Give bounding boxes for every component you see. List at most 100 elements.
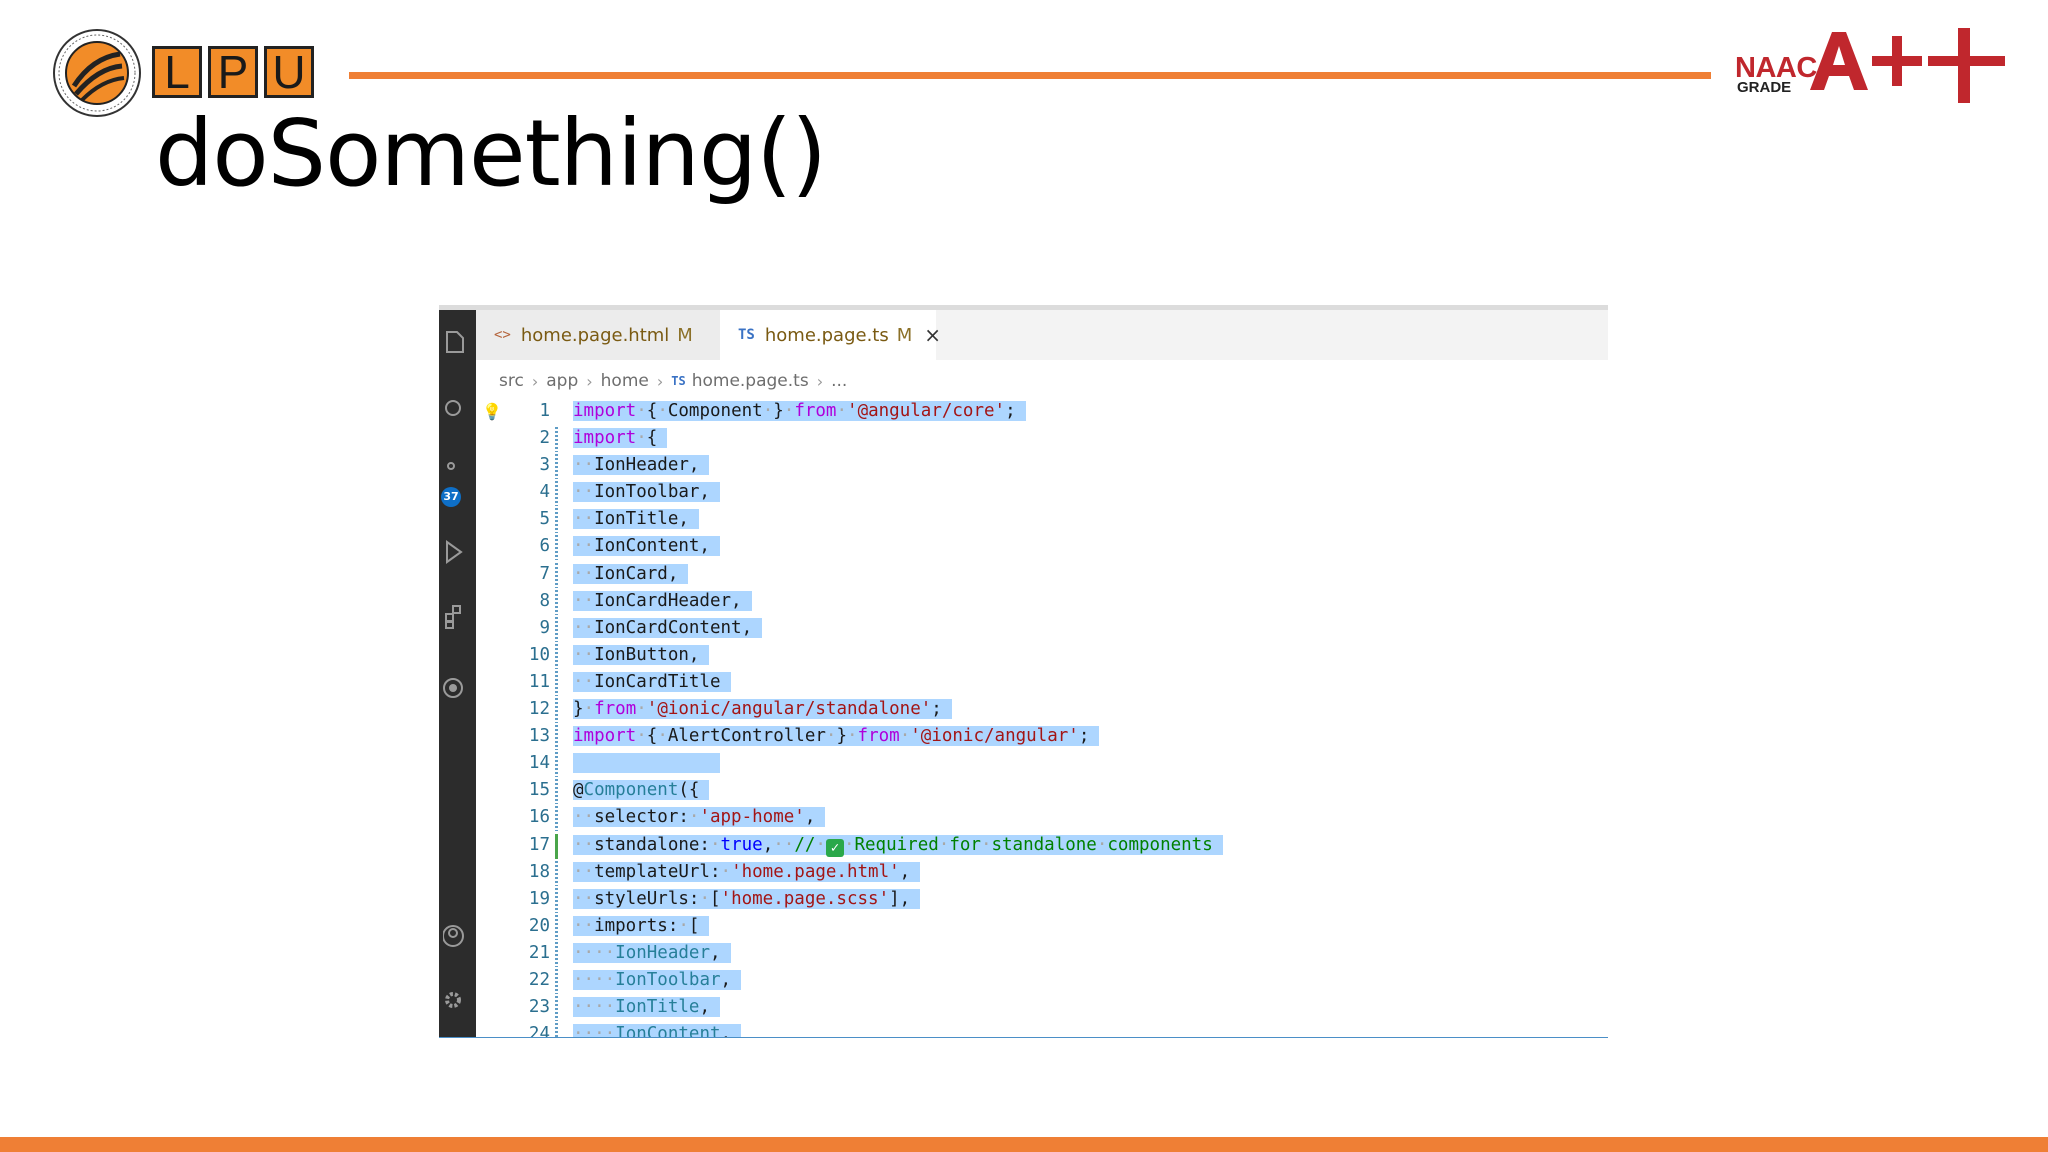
gutter-change-marker (555, 481, 558, 507)
tab-home-page-html[interactable]: <> home.page.html M (476, 310, 720, 360)
header-divider (349, 72, 1711, 79)
code-line[interactable]: 10 ··IonButton, (476, 642, 1608, 669)
code-line[interactable]: 9 ··IonCardContent, (476, 615, 1608, 642)
gutter-change-marker (555, 698, 558, 724)
source-control-icon[interactable] (443, 460, 467, 488)
code-area[interactable]: 💡 1 import·{·Component·}·from·'@angular/co… (476, 398, 1608, 1037)
tab-label: home.page.html (520, 324, 670, 346)
line-number: 16 (528, 807, 550, 828)
line-number: 11 (528, 671, 550, 692)
code-line[interactable]: 14 (476, 750, 1608, 778)
gutter-change-marker (555, 454, 558, 480)
a-plus-plus-mark (1810, 28, 2005, 103)
code-line[interactable]: 15 @Component({ (476, 777, 1608, 805)
code-line[interactable]: 19 ··styleUrls:·['home.page.scss'], (476, 886, 1608, 913)
code-line[interactable]: 18 ··templateUrl:·'home.page.html', (476, 859, 1608, 886)
code-text: @Component({ (573, 777, 710, 804)
code-text: }·from·'@ionic/angular/standalone'; (573, 696, 952, 723)
remote-explorer-icon[interactable] (443, 674, 467, 702)
activity-bar: 37 (439, 310, 476, 1037)
gutter-change-marker (555, 806, 558, 832)
code-line[interactable]: 16 ··selector:·'app-home', (476, 804, 1608, 832)
code-text: import·{ (573, 425, 668, 452)
code-text: ··selector:·'app-home', (573, 804, 826, 831)
account-icon[interactable] (443, 922, 467, 950)
modified-indicator: M (677, 324, 693, 346)
gutter-change-marker (555, 1023, 558, 1037)
typescript-file-icon: TS (671, 374, 686, 388)
chevron-right-icon: › (531, 371, 539, 391)
code-text: ····IonTitle, (573, 994, 720, 1021)
code-line[interactable]: 6 ··IonContent, (476, 533, 1608, 561)
modified-indicator: M (896, 324, 913, 346)
settings-gear-icon[interactable] (443, 986, 467, 1014)
lpu-letter-p: P (208, 46, 258, 98)
code-line[interactable]: 13 import·{·AlertController·}·from·'@ioni… (476, 723, 1608, 751)
gutter-change-marker (555, 535, 558, 561)
code-text: import·{·Component·}·from·'@angular/core… (573, 398, 1026, 425)
breadcrumb-item[interactable]: ... (831, 371, 847, 391)
line-number: 7 (539, 563, 550, 584)
line-number: 23 (528, 997, 550, 1018)
code-line[interactable]: 7 ··IonCard, (476, 561, 1608, 588)
extensions-icon[interactable] (443, 602, 467, 630)
code-line[interactable]: 3 ··IonHeader, (476, 452, 1608, 480)
code-line[interactable]: 8 ··IonCardHeader, (476, 588, 1608, 615)
breadcrumb-item[interactable]: home.page.ts (692, 371, 809, 391)
code-line[interactable]: 17 ··standalone:·true,··//· ✓ ·Required·for… (476, 832, 1608, 859)
code-line[interactable]: 12}·from·'@ionic/angular/standalone'; (476, 696, 1608, 724)
chevron-right-icon: › (656, 371, 664, 391)
code-text: ··IonCardTitle (573, 669, 731, 696)
breadcrumb-item[interactable]: src (499, 371, 524, 391)
line-number: 6 (539, 536, 550, 557)
code-line[interactable]: 21 ····IonHeader, (476, 940, 1608, 967)
lightbulb-icon[interactable]: 💡 (482, 398, 502, 425)
code-line[interactable]: 💡 1 import·{·Component·}·from·'@angular/co… (476, 398, 1608, 425)
breadcrumb-item[interactable]: app (546, 371, 578, 391)
line-number: 4 (539, 482, 550, 503)
gutter-change-marker (555, 725, 558, 751)
line-number: 8 (539, 590, 550, 611)
footer-bar (0, 1137, 2048, 1152)
code-line[interactable]: 24 ····IonContent, (476, 1021, 1608, 1037)
code-line[interactable]: 5 ··IonTitle, (476, 506, 1608, 534)
naac-badge: NAAC GRADE (1735, 28, 2005, 103)
code-text: ··IonCardHeader, (573, 588, 752, 615)
code-line[interactable]: 11 ··IonCardTitle (476, 669, 1608, 696)
code-line[interactable]: 20 ··imports:·[ (476, 913, 1608, 940)
gutter-change-marker (555, 887, 558, 913)
code-text: ··IonButton, (573, 642, 710, 669)
line-number: 14 (528, 753, 550, 774)
tab-home-page-ts[interactable]: TS home.page.ts M × (720, 310, 941, 360)
code-editor-screenshot: 37 <> home.page.html M TS home.page.ts M… (439, 305, 1608, 1038)
gutter-change-marker (555, 860, 558, 886)
close-tab-icon[interactable]: × (924, 323, 941, 347)
gutter-change-marker (555, 941, 558, 967)
gutter-change-marker (555, 914, 558, 940)
search-icon[interactable] (443, 396, 467, 424)
code-text: ··IonCardContent, (573, 615, 763, 642)
code-line[interactable]: 2 import·{ (476, 425, 1608, 453)
code-text: ··IonToolbar, (573, 479, 720, 506)
gutter-change-marker (555, 968, 558, 994)
line-number: 10 (528, 644, 550, 665)
gutter-change-marker (555, 562, 558, 588)
line-number: 9 (539, 617, 550, 638)
code-line[interactable]: 23 ····IonTitle, (476, 994, 1608, 1022)
code-line[interactable]: 4 ··IonToolbar, (476, 479, 1608, 507)
gutter-change-marker (555, 670, 558, 696)
breadcrumb-item[interactable]: home (601, 371, 649, 391)
code-text: ··standalone:·true,··//· ✓ ·Required·for·s… (573, 832, 1223, 859)
line-number: 22 (528, 969, 550, 990)
run-debug-icon[interactable] (443, 538, 467, 566)
line-number: 15 (528, 780, 550, 801)
code-text: ····IonContent, (573, 1021, 742, 1037)
line-number: 13 (528, 726, 550, 747)
code-line[interactable]: 22 ····IonToolbar, (476, 967, 1608, 994)
explorer-icon[interactable] (443, 328, 467, 356)
gutter-change-marker (555, 616, 558, 642)
source-control-badge: 37 (441, 487, 461, 507)
code-text (573, 750, 720, 777)
chevron-right-icon: › (816, 371, 824, 391)
lpu-seal-logo (53, 29, 141, 117)
